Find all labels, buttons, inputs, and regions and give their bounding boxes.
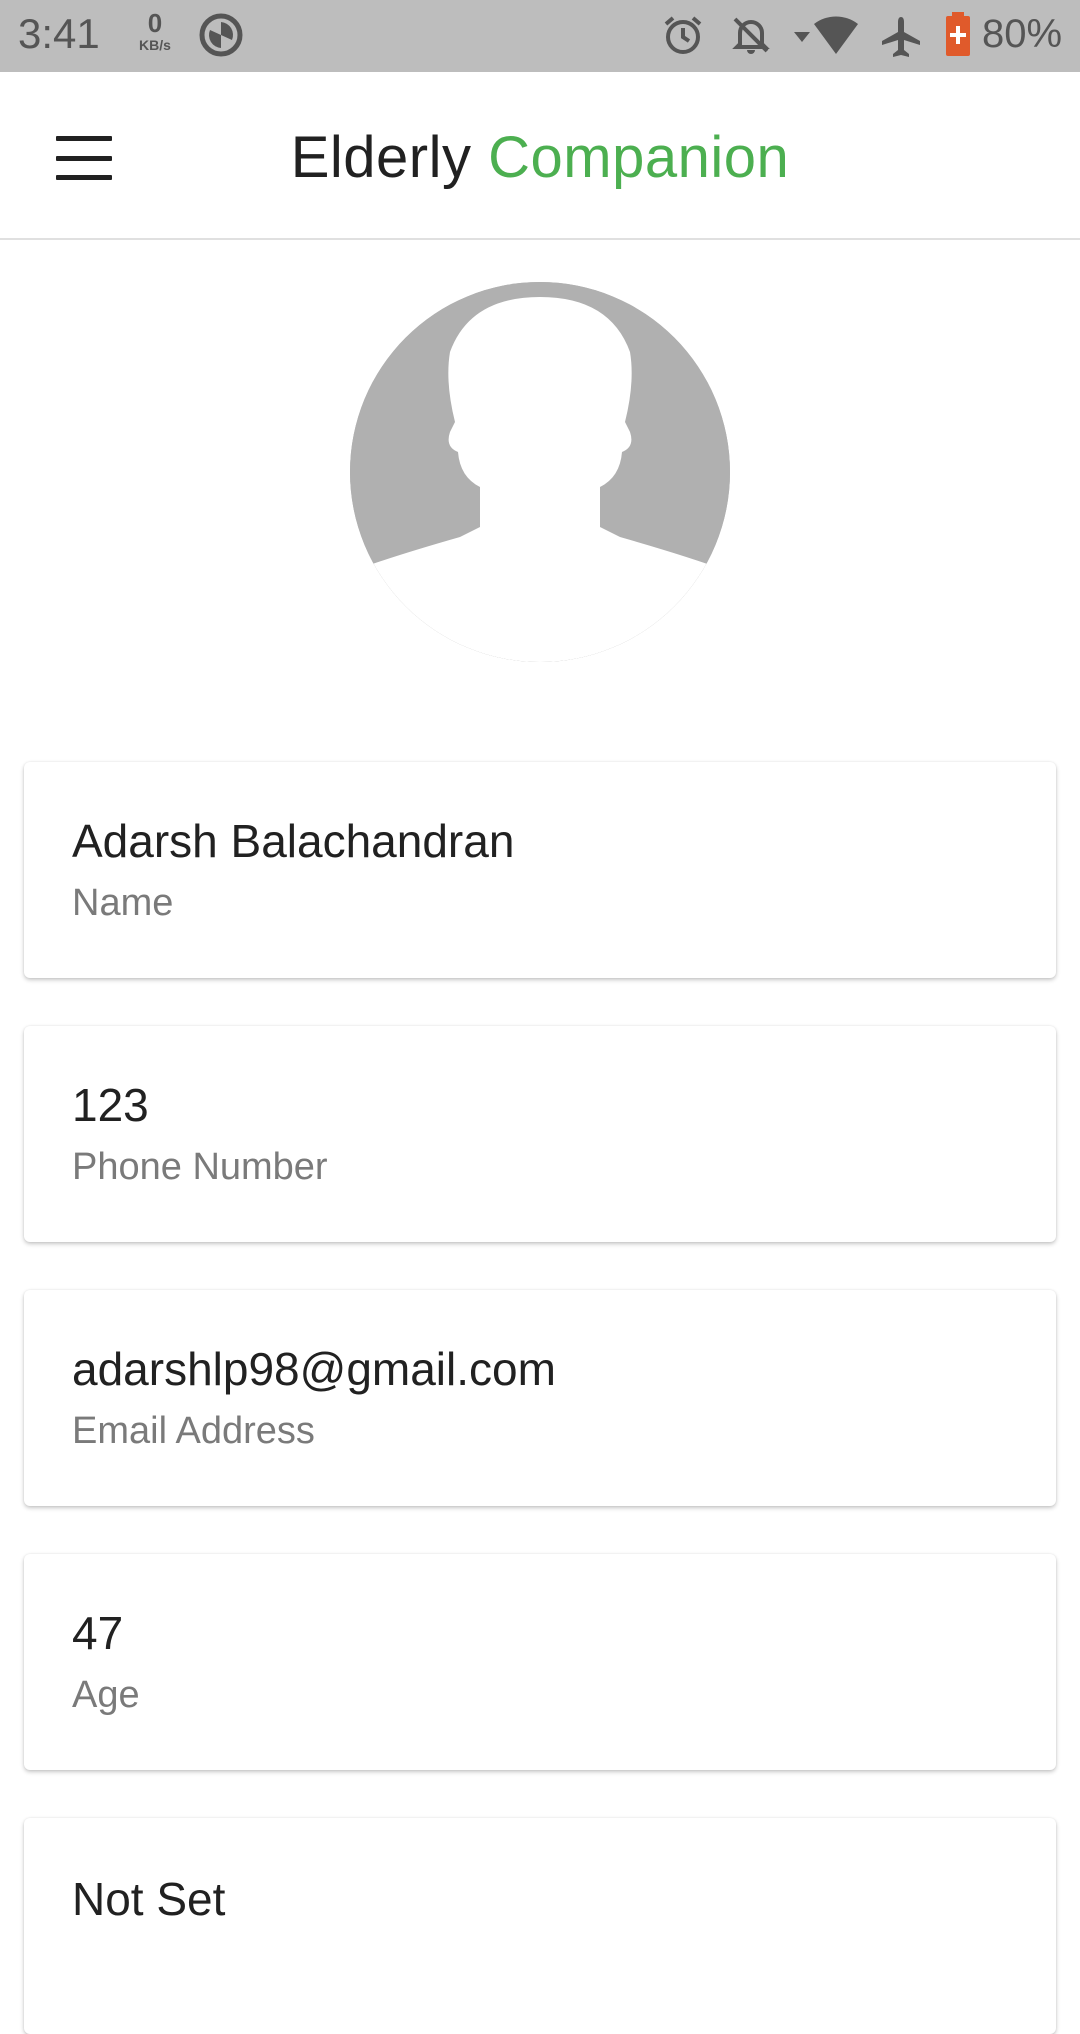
- email-value: adarshlp98@gmail.com: [72, 1343, 556, 1395]
- app-title-accent: Companion: [488, 125, 790, 190]
- email-label: Email Address: [72, 1410, 315, 1452]
- age-card[interactable]: 47 Age: [24, 1554, 1056, 1770]
- battery-percent: 80%: [982, 12, 1063, 56]
- network-speed: 0 KB/s: [134, 10, 176, 52]
- name-value: Adarsh Balachandran: [72, 815, 515, 867]
- app-bar: Elderly Companion: [0, 72, 1080, 240]
- network-speed-value: 0: [147, 8, 163, 38]
- email-card[interactable]: adarshlp98@gmail.com Email Address: [24, 1290, 1056, 1506]
- phone-card[interactable]: 123 Phone Number: [24, 1026, 1056, 1242]
- app-title: Elderly Companion: [0, 124, 1080, 191]
- network-speed-unit: KB/s: [139, 37, 171, 53]
- wifi-icon: [794, 16, 858, 54]
- phone-label: Phone Number: [72, 1146, 328, 1188]
- extra-field-card[interactable]: Not Set: [24, 1818, 1056, 2034]
- person-silhouette-icon: [350, 282, 730, 662]
- age-value: 47: [72, 1607, 124, 1659]
- phone-value: 123: [72, 1079, 149, 1131]
- airplane-mode-icon: [882, 17, 920, 57]
- status-bar: 3:41 0 KB/s 80%: [0, 0, 1080, 72]
- alarm-icon: [664, 16, 702, 54]
- status-time: 3:41: [18, 10, 100, 57]
- avatar-caption: [0, 700, 1080, 712]
- name-label: Name: [72, 882, 174, 924]
- extra-field-value: Not Set: [72, 1873, 226, 1925]
- notifications-off-icon: [732, 17, 770, 54]
- profile-avatar[interactable]: [350, 282, 730, 662]
- battery-icon: [946, 12, 970, 56]
- age-label: Age: [72, 1674, 140, 1716]
- app-title-primary: Elderly: [290, 125, 472, 190]
- data-saver-icon: [199, 13, 243, 57]
- name-card[interactable]: Adarsh Balachandran Name: [24, 762, 1056, 978]
